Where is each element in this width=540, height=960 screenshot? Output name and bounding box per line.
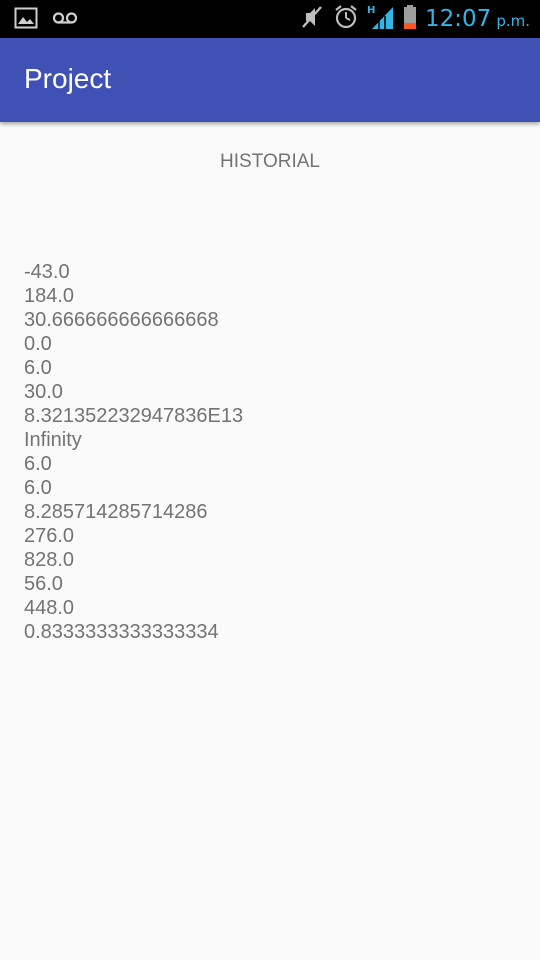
- voicemail-icon: [52, 6, 78, 34]
- history-item: 8.321352232947836E13: [24, 405, 244, 427]
- main-content: HISTORIAL -43.0 184.0 30.666666666666668…: [0, 122, 540, 960]
- history-item: 184.0: [24, 285, 75, 307]
- history-item: 6.0: [24, 453, 52, 475]
- history-item: 0.8333333333333334: [24, 621, 219, 643]
- history-item: 8.285714285714286: [24, 501, 208, 523]
- mute-icon: [299, 3, 325, 35]
- clock-time: 12:07: [425, 6, 492, 32]
- history-item: 6.0: [24, 357, 52, 379]
- history-item: Infinity: [24, 429, 82, 451]
- history-item: -43.0: [24, 261, 70, 283]
- status-bar: H 12:07 p.m.: [0, 0, 540, 38]
- alarm-icon: [333, 3, 359, 35]
- history-item: 30.666666666666668: [24, 309, 219, 331]
- history-item: 6.0: [24, 477, 52, 499]
- history-item: 276.0: [24, 525, 75, 547]
- history-item: 30.0: [24, 381, 63, 403]
- app-title: Project: [24, 63, 112, 94]
- battery-icon: [403, 3, 417, 35]
- network-type-label: H: [367, 5, 375, 16]
- signal-icon: H: [367, 3, 395, 35]
- history-item: 828.0: [24, 549, 75, 571]
- image-icon: [14, 6, 38, 34]
- clock-ampm: p.m.: [496, 12, 530, 30]
- history-list: -43.0 184.0 30.666666666666668 0.0 6.0 3…: [24, 260, 243, 644]
- app-bar: Project: [0, 38, 540, 122]
- history-item: 448.0: [24, 597, 75, 619]
- history-item: 56.0: [24, 573, 63, 595]
- notification-icons: [14, 6, 78, 34]
- system-icons: H 12:07 p.m.: [299, 3, 530, 35]
- history-item: 0.0: [24, 333, 52, 355]
- history-heading: HISTORIAL: [220, 151, 320, 172]
